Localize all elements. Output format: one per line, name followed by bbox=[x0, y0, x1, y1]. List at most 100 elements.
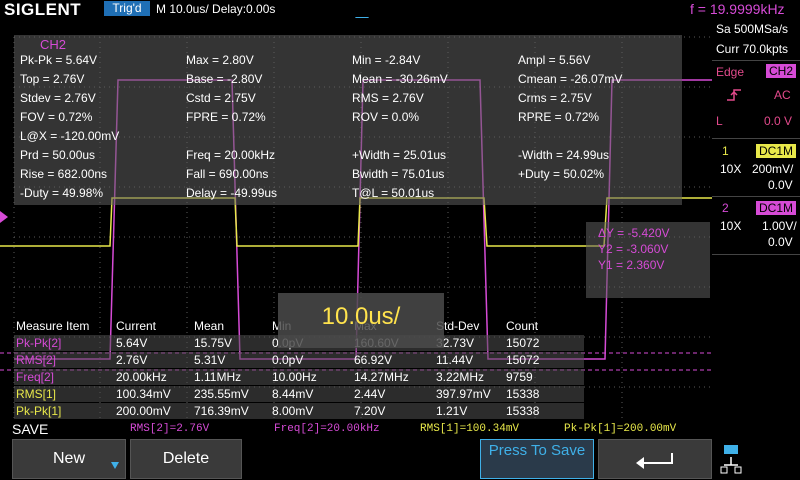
statistics-cell: 15.75V bbox=[194, 336, 233, 350]
trigger-status-badge: Trig'd bbox=[104, 1, 150, 16]
statistics-cell: 15072 bbox=[506, 353, 540, 367]
divider bbox=[712, 196, 800, 197]
timebase-readout: M 10.0us/ Delay:0.00s bbox=[156, 2, 276, 16]
statistics-cell: 2.76V bbox=[116, 353, 148, 367]
divider bbox=[712, 60, 800, 61]
cursor-y1: Y1 = 2.360V bbox=[598, 258, 665, 272]
statistics-cell: 20.00kHz bbox=[116, 370, 167, 384]
statistics-cell: 1.21V bbox=[436, 404, 468, 418]
statistics-cell: 235.55mV bbox=[194, 387, 249, 401]
statistics-cell: 14.27MHz bbox=[354, 370, 409, 384]
ch1-scale: 200mV/ bbox=[752, 162, 794, 176]
measurement-value: Base = -2.80V bbox=[186, 72, 263, 86]
ch2-coupling: DC1M bbox=[756, 201, 797, 215]
statistics-cell: 2.44V bbox=[354, 387, 386, 401]
statistics-header-cell: Current bbox=[116, 319, 157, 333]
measurement-value: FOV = 0.72% bbox=[20, 110, 93, 124]
quick-measurement: RMS[2]=2.76V bbox=[130, 423, 210, 435]
ch1-coupling: DC1M bbox=[756, 144, 797, 158]
statistics-cell: 100.34mV bbox=[116, 387, 171, 401]
measurement-value: FPRE = 0.72% bbox=[186, 110, 266, 124]
measurement-value: Crms = 2.75V bbox=[518, 91, 592, 105]
measurement-value: Bwidth = 75.01us bbox=[352, 167, 445, 181]
statistics-row: Freq[2] 20.00kHz 1.11MHz 10.00Hz 14.27MHz 3.2… bbox=[14, 369, 584, 385]
divider bbox=[712, 138, 800, 139]
trigger-level-value: 0.0 V bbox=[764, 114, 793, 128]
timebase-popup: 10.0us/ bbox=[278, 293, 444, 348]
timebase-popup-value: 10.0us/ bbox=[321, 303, 401, 330]
delete-button[interactable]: Delete bbox=[130, 439, 242, 479]
measurement-value: -Duty = 49.98% bbox=[20, 186, 104, 200]
measurement-value: Ampl = 5.56V bbox=[518, 53, 591, 67]
statistics-cell: 7.20V bbox=[354, 404, 386, 418]
back-button[interactable] bbox=[598, 439, 712, 479]
statistics-cell: 716.39mV bbox=[194, 404, 249, 418]
ch2-number: 2 bbox=[722, 201, 729, 215]
cursor-readout-box: ΔY = -5.420V Y2 = -3.060V Y1 = 2.360V bbox=[586, 222, 710, 298]
statistics-cell: 8.44mV bbox=[272, 387, 314, 401]
press-to-save-label: Press To Save bbox=[488, 442, 586, 459]
statistics-cell: 15338 bbox=[506, 404, 540, 418]
ch2-probe: 10X bbox=[720, 219, 742, 233]
usb-network-icon bbox=[720, 445, 742, 474]
right-info-panel: Sa 500MSa/s Curr 70.0kpts Edge CH2 AC L … bbox=[712, 18, 800, 418]
measurement-value: Freq = 20.00kHz bbox=[186, 148, 276, 162]
quick-measurement: Freq[2]=20.00kHz bbox=[274, 423, 380, 435]
quick-measurement: RMS[1]=100.34mV bbox=[420, 423, 520, 435]
measurement-value: -Width = 24.99us bbox=[518, 148, 610, 162]
rising-edge-icon bbox=[727, 89, 741, 101]
measurement-value: L@X = -120.00mV bbox=[20, 129, 120, 143]
ch1-number: 1 bbox=[722, 144, 729, 158]
statistics-row: Pk-Pk[1] 200.00mV 716.39mV 8.00mV 7.20V 1.21V… bbox=[14, 403, 584, 419]
measurement-value: Rise = 682.00ns bbox=[20, 167, 108, 181]
delete-button-label: Delete bbox=[162, 450, 210, 467]
statistics-header-cell: Mean bbox=[194, 319, 225, 333]
statistics-cell: 200.00mV bbox=[116, 404, 171, 418]
statistics-header-cell: Measure Item bbox=[16, 319, 90, 333]
measurement-panel: CH2 Pk-Pk = 5.64V Max = 2.80V Min = -2.84V… bbox=[14, 35, 682, 205]
statistics-cell: 66.92V bbox=[354, 353, 393, 367]
measurement-value: Top = 2.76V bbox=[20, 72, 85, 86]
statistics-cell: 397.97mV bbox=[436, 387, 491, 401]
statistics-cell: 15338 bbox=[506, 387, 540, 401]
measurement-value: Cmean = -26.07mV bbox=[518, 72, 623, 86]
measurement-value: Fall = 690.00ns bbox=[186, 167, 269, 181]
measurement-value: +Duty = 50.02% bbox=[518, 167, 605, 181]
statistics-cell: RMS[2] bbox=[16, 353, 57, 367]
measurement-value: T@L = 50.01us bbox=[352, 186, 435, 200]
cursor-delta-y: ΔY = -5.420V bbox=[598, 226, 670, 240]
measurement-value: Cstd = 2.75V bbox=[186, 91, 256, 105]
new-button[interactable]: New bbox=[12, 439, 126, 479]
memory-depth: Curr 70.0kpts bbox=[716, 42, 789, 56]
statistics-cell: 9759 bbox=[506, 370, 533, 384]
press-to-save-button[interactable]: Press To Save bbox=[480, 439, 594, 479]
ch2-settings[interactable]: 2 DC1M 10X 1.00V/ 0.0V bbox=[712, 199, 800, 253]
trigger-coupling: AC bbox=[774, 88, 791, 102]
statistics-row: RMS[1] 100.34mV 235.55mV 8.44mV 2.44V 397.97m… bbox=[14, 386, 584, 402]
measurement-value: Max = 2.80V bbox=[186, 53, 254, 67]
statistics-cell: 8.00mV bbox=[272, 404, 314, 418]
menu-title: SAVE bbox=[12, 421, 49, 437]
ch1-settings[interactable]: 1 DC1M 10X 200mV/ 0.0V bbox=[712, 142, 800, 196]
ch1-offset: 0.0V bbox=[768, 178, 793, 192]
trigger-type: Edge bbox=[716, 65, 745, 79]
statistics-cell: 10.00Hz bbox=[272, 370, 317, 384]
statistics-cell: Pk-Pk[2] bbox=[16, 336, 62, 350]
measurement-value: +Width = 25.01us bbox=[352, 148, 447, 162]
trigger-frequency-readout: f = 19.9999kHz bbox=[690, 1, 785, 17]
statistics-cell: Pk-Pk[1] bbox=[16, 404, 62, 418]
statistics-cell: 11.44V bbox=[436, 353, 474, 367]
statistics-cell: 15072 bbox=[506, 336, 540, 350]
trigger-level-label: L bbox=[716, 114, 723, 128]
statistics-cell: RMS[1] bbox=[16, 387, 57, 401]
trigger-source[interactable]: CH2 bbox=[766, 64, 797, 78]
measurement-value: Prd = 50.00us bbox=[20, 148, 96, 162]
statistics-cell: 1.11MHz bbox=[194, 370, 242, 384]
divider bbox=[712, 254, 800, 255]
statistics-cell: Freq[2] bbox=[16, 370, 55, 384]
statistics-header-cell: Count bbox=[506, 319, 539, 333]
statistics-cell: 3.22MHz bbox=[436, 370, 485, 384]
down-arrow-icon bbox=[111, 462, 119, 469]
measurement-value: Mean = -30.26mV bbox=[352, 72, 448, 86]
statistics-cell: 0.0pV bbox=[272, 353, 304, 367]
